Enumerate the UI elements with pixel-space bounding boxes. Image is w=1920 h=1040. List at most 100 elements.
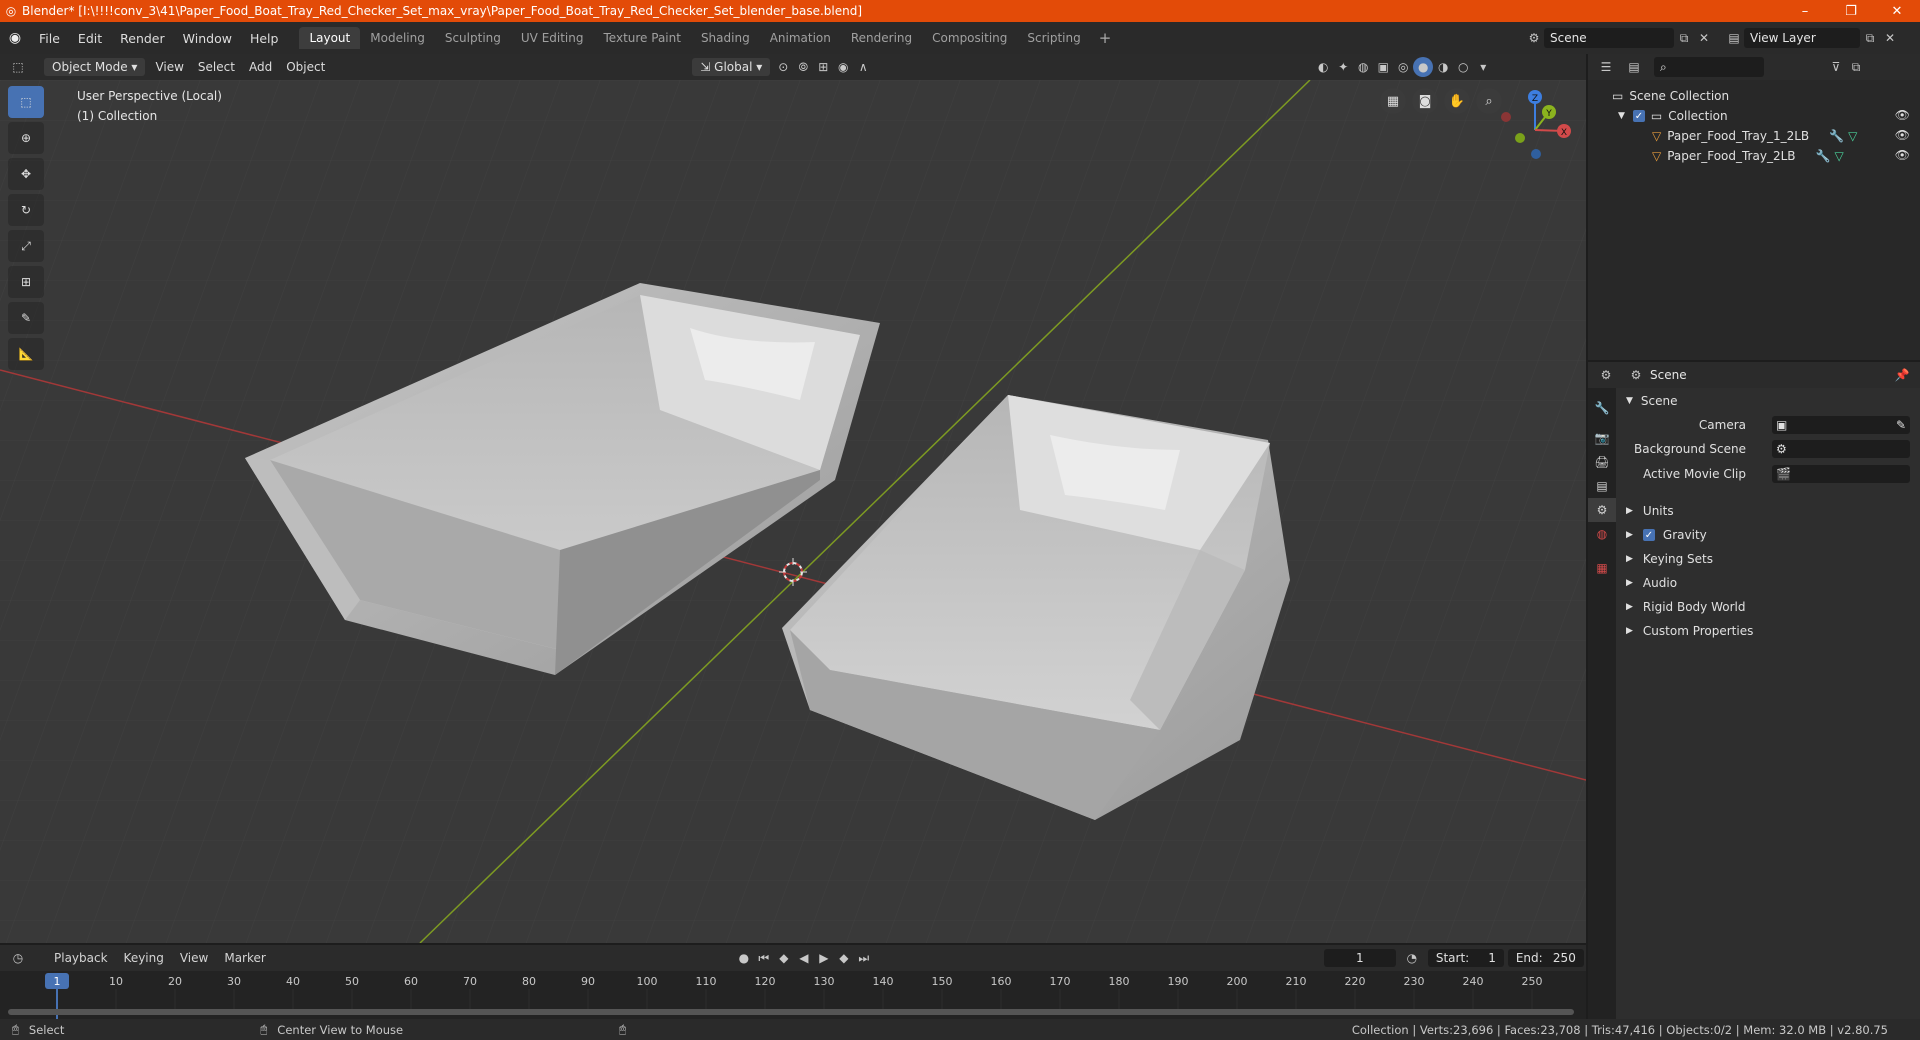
movie-clip-field[interactable]: 🎬 <box>1772 465 1910 483</box>
menu-edit[interactable]: Edit <box>69 31 111 46</box>
rotate-tool[interactable]: ↻ <box>8 194 44 226</box>
falloff-icon[interactable]: ∧ <box>853 57 873 77</box>
select-box-tool[interactable]: ⬚ <box>8 86 44 118</box>
mode-dropdown[interactable]: Object Mode ▾ <box>44 58 146 76</box>
orientation-dropdown[interactable]: ⇲ Global ▾ <box>692 58 771 76</box>
outliner-editor-icon[interactable]: ☰ <box>1596 57 1616 77</box>
gravity-checkbox[interactable]: ✓ <box>1642 529 1655 541</box>
next-keyframe-icon[interactable]: ◆ <box>834 948 854 968</box>
menu-timeline-view[interactable]: View <box>172 951 216 965</box>
measure-tool[interactable]: 📐 <box>8 338 44 370</box>
play-reverse-icon[interactable]: ◀ <box>794 948 814 968</box>
solid-shading-icon[interactable]: ● <box>1413 57 1434 77</box>
editor-type-icon[interactable]: ⬚ <box>8 57 28 77</box>
move-tool[interactable]: ✥ <box>8 158 44 190</box>
snap-icon[interactable]: ⦾ <box>793 57 813 77</box>
menu-keying[interactable]: Keying <box>116 951 172 965</box>
world-tab-icon[interactable]: ◍ <box>1588 522 1616 546</box>
ortho-grid-icon[interactable]: ▦ <box>1380 88 1406 114</box>
render-tab-icon[interactable]: 📷 <box>1588 426 1616 450</box>
pan-hand-icon[interactable]: ✋ <box>1444 88 1470 114</box>
overlay-toggle-icon[interactable]: ◍ <box>1353 57 1373 77</box>
eyedropper-icon[interactable]: ✎ <box>1896 418 1906 432</box>
proportional-edit-icon[interactable]: ◉ <box>833 57 853 77</box>
object-row-tray-2[interactable]: ▽ Paper_Food_Tray_2LB 🔧 ▽ <box>1652 146 1844 166</box>
current-frame-field[interactable]: 1 <box>1323 949 1396 967</box>
zoom-icon[interactable]: ⌕ <box>1476 88 1502 114</box>
tab-uv-editing[interactable]: UV Editing <box>511 27 594 49</box>
shading-options-icon[interactable]: ▾ <box>1473 57 1493 77</box>
xray-icon[interactable]: ▣ <box>1373 57 1393 77</box>
minimize-button[interactable]: – <box>1782 0 1828 22</box>
snap-target-icon[interactable]: ⊞ <box>813 57 833 77</box>
rigid-body-world-section[interactable]: ▶ Rigid Body World <box>1626 596 1745 618</box>
menu-add[interactable]: Add <box>242 58 279 76</box>
scene-icon[interactable]: ⚙ <box>1524 28 1544 48</box>
prev-keyframe-icon[interactable]: ◆ <box>774 948 794 968</box>
close-button[interactable]: ✕ <box>1874 0 1920 22</box>
start-frame-field[interactable]: Start: 1 <box>1427 949 1504 967</box>
outliner-search-input[interactable]: ⌕ <box>1654 57 1764 77</box>
pivot-icon[interactable]: ⊙ <box>773 57 793 77</box>
units-section[interactable]: ▶ Units <box>1626 500 1674 522</box>
output-tab-icon[interactable]: 🖨 <box>1588 450 1616 474</box>
gravity-section[interactable]: ▶ ✓ Gravity <box>1626 524 1707 546</box>
background-scene-field[interactable]: ⚙ <box>1772 440 1910 458</box>
new-view-layer-icon[interactable]: ⧉ <box>1860 28 1880 48</box>
collection-row[interactable]: ▼ ✓ ▭ Collection <box>1618 106 1728 126</box>
mesh-data-icon[interactable]: ▽ <box>1834 149 1843 163</box>
timeline-editor-icon[interactable]: ◷ <box>8 948 28 968</box>
tab-texture-paint[interactable]: Texture Paint <box>594 27 691 49</box>
modifier-icon[interactable]: 🔧 <box>1829 129 1844 143</box>
timeline-scrollbar[interactable] <box>8 1009 1574 1015</box>
scene-name-field[interactable]: Scene <box>1544 28 1674 48</box>
texture-tab-icon[interactable]: ▦ <box>1588 556 1616 580</box>
custom-properties-section[interactable]: ▶ Custom Properties <box>1626 620 1753 642</box>
preview-range-icon[interactable]: ◔ <box>1402 948 1422 968</box>
scene-collection-row[interactable]: ▭ Scene Collection <box>1612 86 1729 106</box>
jump-start-icon[interactable]: ⏮ <box>754 948 774 968</box>
audio-section[interactable]: ▶ Audio <box>1626 572 1677 594</box>
collection-checkbox[interactable]: ✓ <box>1632 110 1645 122</box>
visibility-icon[interactable]: ◐ <box>1313 57 1333 77</box>
new-scene-icon[interactable]: ⧉ <box>1674 28 1694 48</box>
expand-arrow-icon[interactable]: ▼ <box>1618 111 1625 121</box>
view-layer-icon[interactable]: ▤ <box>1724 28 1744 48</box>
menu-object[interactable]: Object <box>279 58 332 76</box>
pin-icon[interactable]: 📌 <box>1892 365 1912 385</box>
menu-select[interactable]: Select <box>191 58 242 76</box>
tab-modeling[interactable]: Modeling <box>360 27 435 49</box>
annotate-tool[interactable]: ✎ <box>8 302 44 334</box>
timeline-body[interactable]: 1 10 20 30 40 50 60 70 80 90 100 110 120 130 140 150 160… <box>0 971 1586 1019</box>
rendered-shading-icon[interactable]: ○ <box>1453 57 1473 77</box>
menu-view[interactable]: View <box>148 58 190 76</box>
menu-file[interactable]: File <box>30 31 69 46</box>
delete-scene-icon[interactable]: ✕ <box>1694 28 1714 48</box>
tray-2-visibility-icon[interactable]: 👁 <box>1895 148 1910 162</box>
delete-view-layer-icon[interactable]: ✕ <box>1880 28 1900 48</box>
modifier-icon[interactable]: 🔧 <box>1816 149 1831 163</box>
tab-animation[interactable]: Animation <box>760 27 841 49</box>
menu-help[interactable]: Help <box>241 31 288 46</box>
menu-window[interactable]: Window <box>174 31 241 46</box>
display-mode-icon[interactable]: ▤ <box>1624 57 1644 77</box>
jump-end-icon[interactable]: ⏭ <box>854 948 874 968</box>
play-icon[interactable]: ▶ <box>814 948 834 968</box>
menu-marker[interactable]: Marker <box>216 951 273 965</box>
scale-tool[interactable]: ⤢ <box>8 230 44 262</box>
tab-sculpting[interactable]: Sculpting <box>435 27 511 49</box>
tab-compositing[interactable]: Compositing <box>922 27 1017 49</box>
keying-sets-section[interactable]: ▶ Keying Sets <box>1626 548 1713 570</box>
wireframe-shading-icon[interactable]: ◎ <box>1393 57 1413 77</box>
properties-editor-icon[interactable]: ⚙ <box>1596 365 1616 385</box>
mesh-data-icon[interactable]: ▽ <box>1848 129 1857 143</box>
tray-1-visibility-icon[interactable]: 👁 <box>1895 128 1910 142</box>
view-layer-field[interactable]: View Layer <box>1744 28 1860 48</box>
view-layer-tab-icon[interactable]: ▤ <box>1588 474 1616 498</box>
maximize-button[interactable]: ❐ <box>1828 0 1874 22</box>
record-icon[interactable]: ● <box>734 948 754 968</box>
blender-menu-icon[interactable]: ◉ <box>0 30 30 46</box>
camera-field[interactable]: ▣ ✎ <box>1772 416 1910 434</box>
scene-tab-icon[interactable]: ⚙ <box>1588 498 1616 522</box>
camera-view-icon[interactable]: ◙ <box>1412 88 1438 114</box>
